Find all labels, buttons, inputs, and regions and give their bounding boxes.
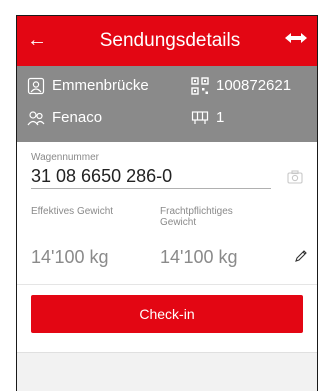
- location-row: Emmenbrücke: [27, 76, 149, 96]
- location-pin-icon: [27, 77, 45, 95]
- bottom-divider: [17, 352, 317, 353]
- effective-weight-value: 14'100 kg: [31, 247, 109, 267]
- effective-weight-label: Effektives Gewicht: [31, 206, 114, 217]
- left-right-arrow-icon: [285, 33, 307, 43]
- people-icon: [27, 109, 45, 127]
- wagon-number-label: Wagennummer: [31, 152, 99, 163]
- wagon-number-field[interactable]: 31 08 6650 286-0: [31, 165, 271, 189]
- freight-weight-value: 14'100 kg: [160, 247, 238, 267]
- qr-code-icon: [191, 77, 209, 95]
- wagon-count-row: 1: [191, 108, 224, 128]
- wagon-count-text: 1: [216, 109, 225, 126]
- app-frame: ← Sendungsdetails Emmenbrücke Fenaco 100…: [16, 15, 318, 391]
- pencil-icon[interactable]: [293, 248, 309, 264]
- consignee-row: Fenaco: [27, 108, 102, 128]
- wagon-details-card: Wagennummer 31 08 6650 286-0 Effektives …: [17, 142, 317, 352]
- app-header: ← Sendungsdetails: [17, 16, 317, 66]
- camera-icon[interactable]: [287, 170, 303, 184]
- shipment-number-text: 100872621: [216, 77, 292, 94]
- back-arrow-icon[interactable]: ←: [25, 28, 49, 52]
- shipment-number-row: 100872621: [191, 76, 291, 96]
- check-in-button[interactable]: Check-in: [31, 295, 303, 333]
- location-text: Emmenbrücke: [52, 77, 149, 94]
- wagon-icon: [191, 109, 209, 127]
- page-title: Sendungsdetails: [99, 30, 241, 51]
- section-divider: [17, 284, 317, 285]
- consignee-text: Fenaco: [52, 109, 103, 126]
- freight-weight-label-line2: Gewicht: [160, 217, 197, 228]
- shipment-info-panel: Emmenbrücke Fenaco 100872621 1: [17, 66, 317, 142]
- swap-arrows-icon[interactable]: [283, 29, 309, 53]
